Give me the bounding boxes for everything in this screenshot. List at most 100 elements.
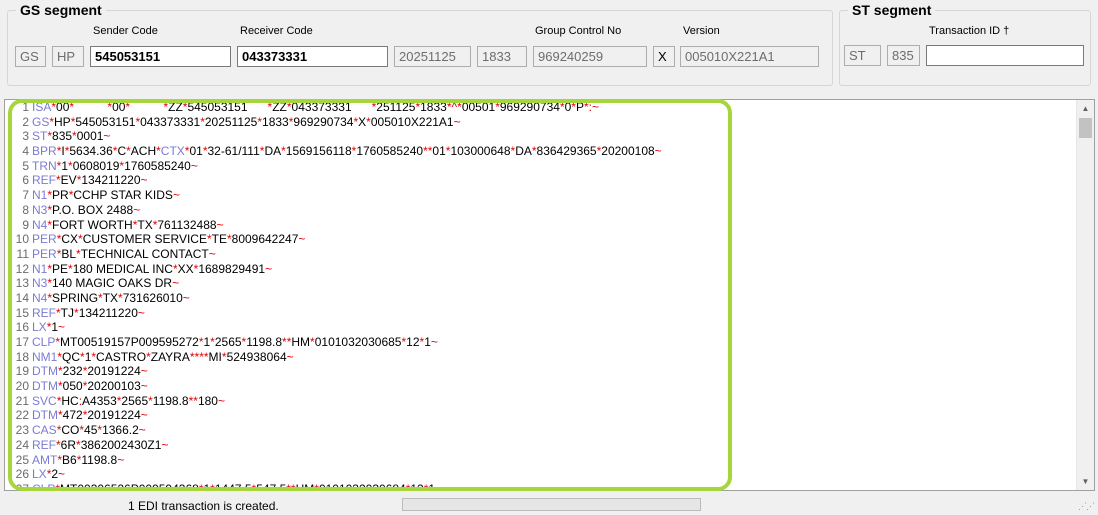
segment-id: SVC [32, 393, 57, 408]
segment-id: REF [32, 173, 56, 188]
status-message: 1 EDI transaction is created. [128, 499, 279, 513]
line-number: 12 [15, 261, 29, 276]
line-number: 22 [15, 408, 29, 423]
line-number: 4 [22, 144, 29, 159]
segment-id: N1 [32, 188, 48, 203]
scroll-down-arrow-icon[interactable]: ▼ [1077, 473, 1094, 490]
line-number: 11 [16, 246, 29, 261]
segment-id: N3 [32, 202, 48, 217]
group-control-field: 969240259 [533, 46, 647, 67]
segment-id: CAS [32, 423, 57, 438]
gs-id-field: GS [15, 46, 46, 67]
line-number: 14 [15, 290, 29, 305]
agency-code-field: X [653, 46, 675, 67]
time-field: 1833 [477, 46, 527, 67]
sender-code-input[interactable]: 545053151 [90, 46, 231, 67]
resize-grip-icon[interactable]: ⋰⋰ [1078, 501, 1095, 512]
segment-id: TRN [32, 158, 57, 173]
vertical-scrollbar[interactable]: ▲ ▼ [1076, 100, 1094, 490]
receiver-code-input[interactable]: 043373331 [237, 46, 388, 67]
segment-id: ST [32, 129, 48, 144]
progress-bar [402, 498, 701, 511]
segment-id: N1 [32, 261, 48, 276]
edi-line[interactable]: 23 CAS*CO*45*1366.2~ [7, 423, 1076, 438]
edi-line[interactable]: 6 REF*EV*134211220~ [7, 173, 1076, 188]
edi-line[interactable]: 17 CLP*MT00519157P009595272*1*2565*1198.8… [7, 335, 1076, 350]
edi-lines[interactable]: 1 ISA*00* *00* *ZZ*545053151 *ZZ*04337333… [7, 100, 1076, 491]
edi-line[interactable]: 2 GS*HP*545053151*043373331*20251125*1833… [7, 115, 1076, 130]
edi-line[interactable]: 11 PER*BL*TECHNICAL CONTACT~ [7, 247, 1076, 262]
line-number: 24 [15, 437, 29, 452]
edi-line[interactable]: 20 DTM*050*20200103~ [7, 379, 1076, 394]
scroll-up-arrow-icon[interactable]: ▲ [1077, 100, 1094, 117]
transaction-id-label: Transaction ID † [929, 25, 1010, 37]
edi-line[interactable]: 16 LX*1~ [7, 320, 1076, 335]
edi-line[interactable]: 5 TRN*1*0608019*1760585240~ [7, 159, 1076, 174]
line-number: 2 [22, 114, 29, 129]
line-number: 26 [15, 467, 29, 482]
status-bar: 1 EDI transaction is created. ⋰⋰ [0, 495, 1098, 515]
line-number: 15 [15, 305, 29, 320]
receiver-code-label: Receiver Code [240, 25, 313, 37]
edi-line[interactable]: 19 DTM*232*20191224~ [7, 364, 1076, 379]
line-number: 6 [22, 173, 29, 188]
st-id-field: ST [844, 45, 881, 66]
line-number: 7 [22, 188, 29, 203]
line-number: 23 [15, 423, 29, 438]
edi-line[interactable]: 21 SVC*HC:A4353*2565*1198.8**180~ [7, 394, 1076, 409]
line-number: 17 [15, 335, 29, 349]
segment-id: PER [32, 232, 57, 247]
segment-id: DTM [32, 364, 58, 379]
edi-line[interactable]: 15 REF*TJ*134211220~ [7, 306, 1076, 321]
transaction-id-input[interactable] [926, 45, 1084, 66]
line-number: 1 [22, 100, 29, 114]
line-number: 10 [15, 232, 29, 247]
segment-id: CLP [32, 335, 56, 349]
segment-id: REF [32, 305, 56, 320]
edi-line[interactable]: 24 REF*6R*3862002430Z1~ [7, 438, 1076, 453]
line-number: 9 [22, 217, 29, 232]
scroll-thumb[interactable] [1079, 118, 1092, 138]
edi-line[interactable]: 25 AMT*B6*1198.8~ [7, 453, 1076, 468]
line-number: 5 [22, 158, 29, 173]
edi-line[interactable]: 8 N3*P.O. BOX 2488~ [7, 203, 1076, 218]
line-number: 21 [15, 393, 29, 408]
segment-id: N3 [32, 276, 48, 291]
edi-line[interactable]: 22 DTM*472*20191224~ [7, 408, 1076, 423]
segment-id: LX [32, 467, 47, 482]
segment-id: DTM [32, 379, 58, 394]
segment-id: GS [32, 114, 50, 129]
gs-segment-title: GS segment [16, 2, 106, 18]
segment-id: PER [32, 246, 57, 261]
edi-line[interactable]: 14 N4*SPRING*TX*731626010~ [7, 291, 1076, 306]
line-number: 3 [22, 129, 29, 144]
edi-line[interactable]: 3 ST*835*0001~ [7, 129, 1076, 144]
line-number: 13 [15, 276, 29, 291]
edi-line[interactable]: 9 N4*FORT WORTH*TX*761132488~ [7, 218, 1076, 233]
segment-id: REF [32, 437, 56, 452]
edi-line[interactable]: 13 N3*140 MAGIC OAKS DR~ [7, 276, 1076, 291]
edi-line[interactable]: 27 CLP*MT00306526P009594368*1*1447.5*547.… [7, 481, 1076, 491]
version-label: Version [683, 25, 720, 37]
segment-id: N4 [32, 290, 48, 305]
sender-code-label: Sender Code [93, 25, 158, 37]
segment-id: CLP [32, 481, 56, 491]
transaction-set-code-field: 835 [887, 45, 920, 66]
edi-line[interactable]: 26 LX*2~ [7, 467, 1076, 482]
segment-id: AMT [32, 452, 58, 467]
edi-line[interactable]: 10 PER*CX*CUSTOMER SERVICE*TE*8009642247~ [7, 232, 1076, 247]
line-number: 18 [15, 349, 29, 364]
edi-line[interactable]: 4 BPR*I*5634.36*C*ACH*CTX*01*32-61/111*DA… [7, 144, 1076, 159]
line-number: 27 [15, 481, 29, 491]
edi-line[interactable]: 12 N1*PE*180 MEDICAL INC*XX*1689829491~ [7, 262, 1076, 277]
edi-line[interactable]: 18 NM1*QC*1*CASTRO*ZAYRA****MI*524938064~ [7, 350, 1076, 365]
edi-line[interactable]: 1 ISA*00* *00* *ZZ*545053151 *ZZ*04337333… [7, 100, 1076, 115]
segment-id: DTM [32, 408, 58, 423]
segment-id: ISA [32, 100, 52, 114]
segment-id: LX [32, 320, 47, 335]
line-number: 16 [15, 320, 29, 335]
line-number: 8 [22, 202, 29, 217]
edi-line[interactable]: 7 N1*PR*CCHP STAR KIDS~ [7, 188, 1076, 203]
segment-id: BPR [32, 144, 57, 159]
edi-text-editor[interactable]: 1 ISA*00* *00* *ZZ*545053151 *ZZ*04337333… [4, 99, 1095, 491]
